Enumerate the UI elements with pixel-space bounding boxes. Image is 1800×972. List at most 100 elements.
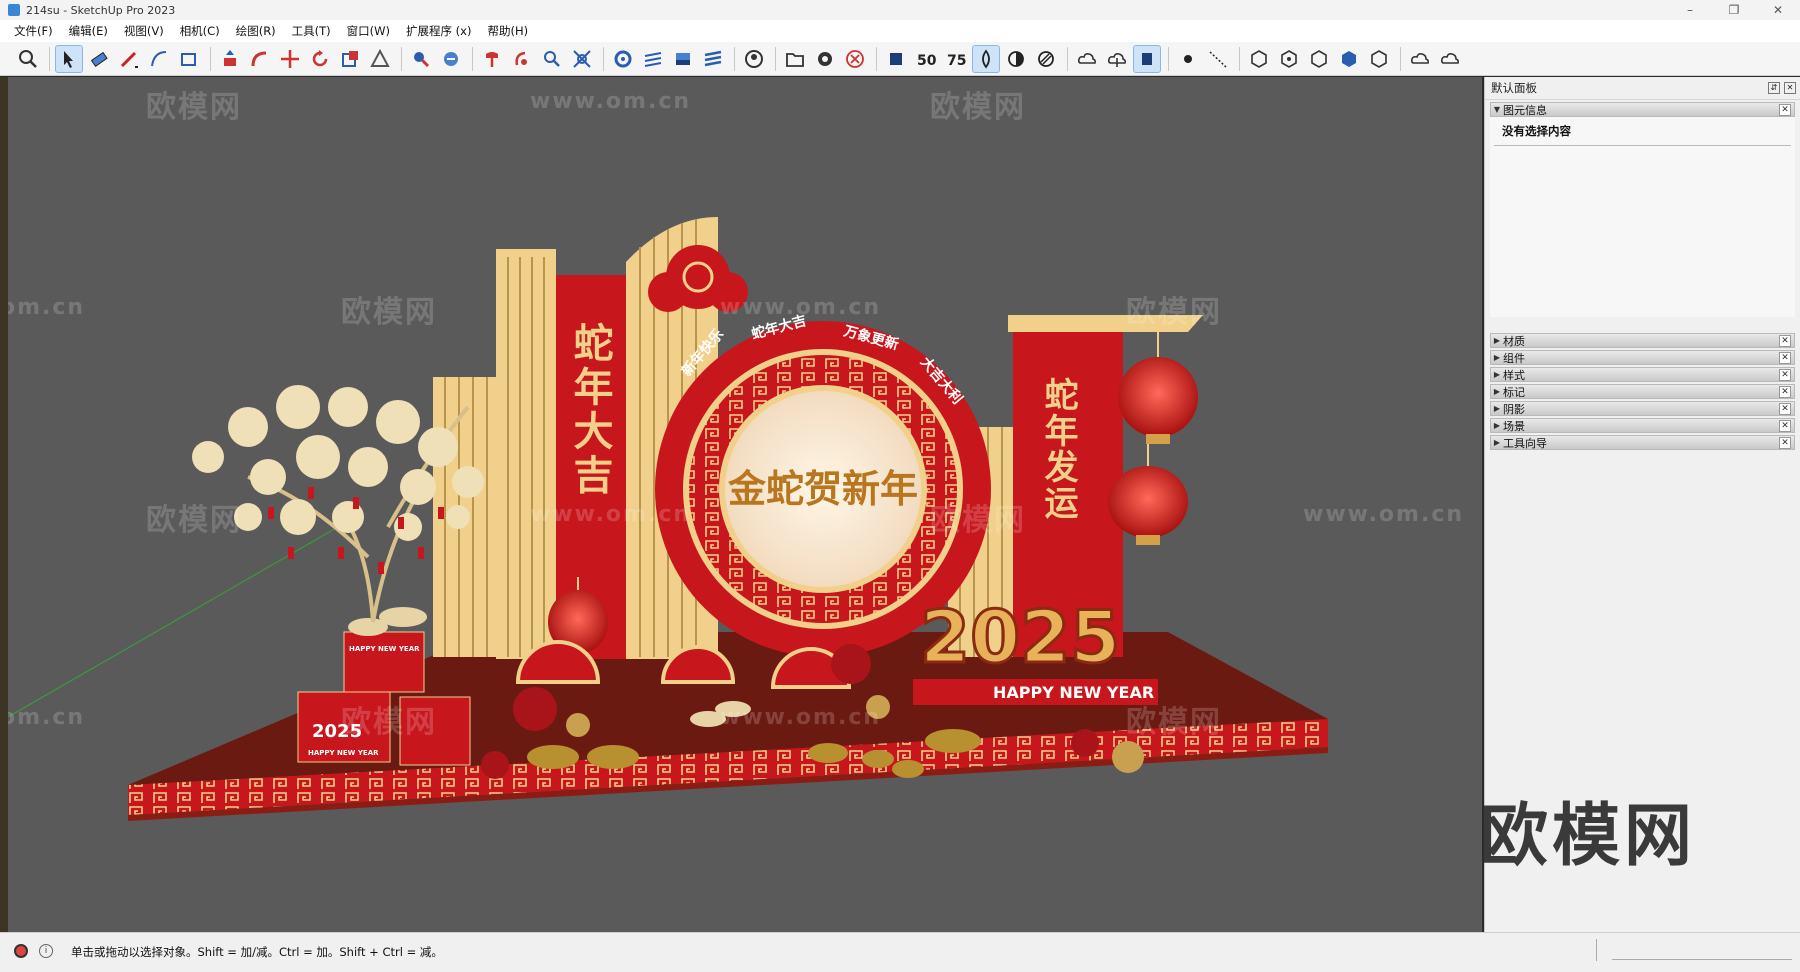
styles-icon[interactable] <box>669 45 697 73</box>
cloud2-icon[interactable] <box>1103 45 1131 73</box>
close-icon[interactable]: ✕ <box>1779 437 1791 449</box>
select-icon[interactable] <box>55 44 83 73</box>
rotate-icon[interactable] <box>306 45 334 73</box>
box-top-text: HAPPY NEW YEAR <box>349 645 420 653</box>
offset-icon[interactable] <box>366 45 394 73</box>
panel-components[interactable]: ▶ 组件 ✕ <box>1490 350 1795 365</box>
panel-materials[interactable]: ▶ 材质 ✕ <box>1490 333 1795 348</box>
watermark: www.om.cn <box>530 502 692 527</box>
close-icon[interactable]: ✕ <box>1784 82 1796 94</box>
warehouse-icon[interactable] <box>882 45 910 73</box>
panel-label: 样式 <box>1503 368 1525 382</box>
pan-icon[interactable] <box>538 45 566 73</box>
menu-edit[interactable]: 编辑(E) <box>61 23 116 39</box>
restore-button[interactable]: ❐ <box>1712 0 1756 20</box>
open-icon[interactable] <box>781 45 809 73</box>
base-fans <box>515 640 852 689</box>
zoomext-icon[interactable] <box>568 45 596 73</box>
panel-label: 场景 <box>1503 419 1525 433</box>
close-icon[interactable]: ✕ <box>1779 335 1791 347</box>
panel-styles[interactable]: ▶ 样式 ✕ <box>1490 367 1795 382</box>
pin-icon[interactable]: ⇵ <box>1768 82 1780 94</box>
followme-icon[interactable] <box>246 45 274 73</box>
tape-icon[interactable] <box>407 45 435 73</box>
settings-icon[interactable] <box>811 45 839 73</box>
watermark: om.cn <box>8 705 86 730</box>
layers-icon[interactable] <box>699 45 727 73</box>
cancel-icon[interactable] <box>841 45 869 73</box>
hidden-icon[interactable] <box>1032 45 1060 73</box>
close-icon[interactable]: ✕ <box>1779 420 1791 432</box>
panel-entity-info[interactable]: ▼ 图元信息 ✕ <box>1490 102 1795 117</box>
view3-icon[interactable] <box>1305 45 1333 73</box>
move-icon[interactable] <box>276 45 304 73</box>
panel-label: 图元信息 <box>1503 103 1547 117</box>
components-icon[interactable] <box>609 45 637 73</box>
view5-icon[interactable] <box>1365 45 1393 73</box>
sync1-icon[interactable] <box>1406 45 1434 73</box>
expand-down-icon: ▼ <box>1493 105 1501 114</box>
section-icon[interactable] <box>478 45 506 73</box>
menu-window[interactable]: 窗口(W) <box>339 23 398 39</box>
menu-extensions[interactable]: 扩展程序 (x) <box>398 23 479 39</box>
mono-icon[interactable] <box>1002 45 1030 73</box>
panel-scenes[interactable]: ▶ 场景 ✕ <box>1490 418 1795 433</box>
50-icon[interactable]: 50 <box>912 45 940 73</box>
pencil-icon[interactable] <box>115 45 143 73</box>
rectangle-icon[interactable] <box>175 45 203 73</box>
close-icon[interactable]: ✕ <box>1779 403 1791 415</box>
menu-camera[interactable]: 相机(C) <box>172 23 228 39</box>
expand-right-icon: ▶ <box>1493 404 1501 413</box>
year-2025: 2025 <box>920 595 1120 679</box>
view4-icon[interactable] <box>1335 45 1363 73</box>
menu-view[interactable]: 视图(V) <box>116 23 172 39</box>
menu-tools[interactable]: 工具(T) <box>284 23 339 39</box>
geo-location-icon[interactable] <box>14 944 28 958</box>
toolbar-separator <box>49 46 50 71</box>
xray-icon[interactable] <box>972 44 1000 73</box>
sync2-icon[interactable] <box>1436 45 1464 73</box>
panel-tags[interactable]: ▶ 标记 ✕ <box>1490 384 1795 399</box>
point-icon[interactable] <box>1174 45 1202 73</box>
cloud1-icon[interactable] <box>1073 45 1101 73</box>
protractor-icon[interactable] <box>437 45 465 73</box>
info-icon[interactable]: i <box>39 944 53 958</box>
orbit-icon[interactable] <box>508 45 536 73</box>
zoom-icon[interactable] <box>14 45 42 73</box>
watermark: 欧模网 <box>341 705 437 740</box>
eraser-icon[interactable] <box>85 45 113 73</box>
materials-icon[interactable] <box>639 45 667 73</box>
pushpull-icon[interactable] <box>216 45 244 73</box>
minimize-button[interactable]: – <box>1668 0 1712 20</box>
cloud3-icon[interactable] <box>1133 44 1161 73</box>
close-icon[interactable]: ✕ <box>1779 369 1791 381</box>
menu-file[interactable]: 文件(F) <box>6 23 61 39</box>
watermark: 欧模网 <box>146 90 242 125</box>
75-icon[interactable]: 75 <box>942 45 970 73</box>
panel-shadows[interactable]: ▶ 阴影 ✕ <box>1490 401 1795 416</box>
user-icon[interactable] <box>740 45 768 73</box>
toolbar-separator <box>603 46 604 71</box>
close-icon[interactable]: ✕ <box>1779 104 1791 116</box>
scale-icon[interactable] <box>336 45 364 73</box>
close-icon[interactable]: ✕ <box>1779 386 1791 398</box>
dim-icon[interactable] <box>1204 45 1232 73</box>
tray-header: 默认面板 ⇵ ✕ <box>1485 77 1800 100</box>
close-icon[interactable]: ✕ <box>1779 352 1791 364</box>
measurements-box[interactable] <box>1612 941 1792 960</box>
view2-icon[interactable] <box>1275 45 1303 73</box>
watermark: 欧模网 <box>930 90 1026 125</box>
drawing-area[interactable]: 蛇年大吉 蛇年发运 金蛇贺新年 新年快乐 蛇年大吉 万象更新 大吉大利 2025… <box>8 77 1482 932</box>
view1-icon[interactable] <box>1245 45 1273 73</box>
status-separator <box>1596 939 1597 961</box>
toolbar-separator <box>1067 46 1068 71</box>
menu-help[interactable]: 帮助(H) <box>479 23 536 39</box>
panel-instructor[interactable]: ▶ 工具向导 ✕ <box>1490 435 1795 450</box>
arc-icon[interactable] <box>145 45 173 73</box>
expand-right-icon: ▶ <box>1493 370 1501 379</box>
close-button[interactable]: ✕ <box>1756 0 1800 20</box>
window-controls: – ❐ ✕ <box>1668 0 1800 20</box>
no-selection-text: 没有选择内容 <box>1494 117 1791 146</box>
menu-draw[interactable]: 绘图(R) <box>228 23 284 39</box>
entity-info-body: 没有选择内容 <box>1490 117 1795 317</box>
